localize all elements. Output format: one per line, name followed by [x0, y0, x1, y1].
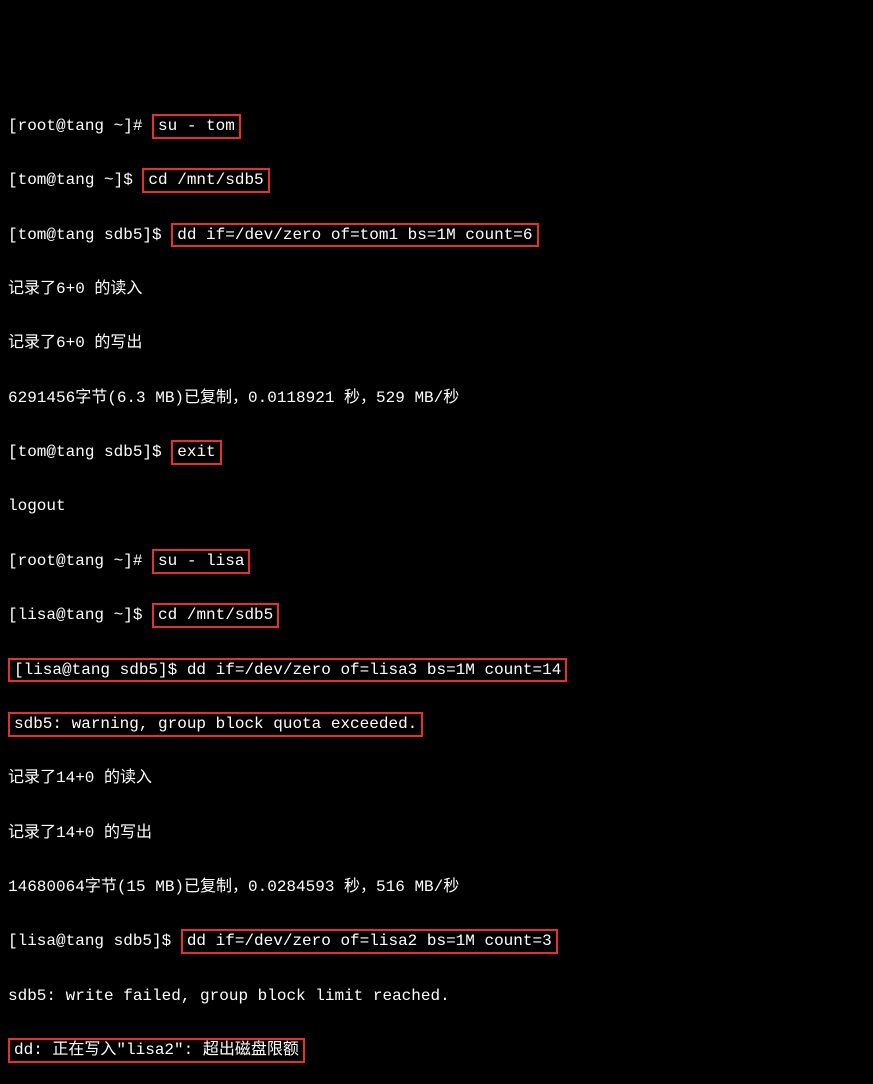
prompt-tom: [tom@tang sdb5]$ — [8, 443, 171, 461]
terminal-line: [tom@tang ~]$ cd /mnt/sdb5 — [8, 167, 865, 194]
prompt-root: [root@tang ~]# — [8, 552, 152, 570]
command-cd: cd /mnt/sdb5 — [152, 603, 279, 628]
terminal-line: sdb5: warning, group block quota exceede… — [8, 711, 865, 738]
output-line: 记录了14+0 的写出 — [8, 820, 865, 847]
command-dd-lisa3: dd if=/dev/zero of=lisa3 bs=1M count=14 — [187, 661, 561, 679]
terminal-line: [root@tang ~]# su - tom — [8, 113, 865, 140]
prompt-root: [root@tang ~]# — [8, 117, 152, 135]
command-cd: cd /mnt/sdb5 — [142, 168, 269, 193]
warning-quota-exceeded: sdb5: warning, group block quota exceede… — [8, 712, 423, 737]
prompt-lisa: [lisa@tang sdb5]$ — [14, 661, 187, 679]
terminal-line: [tom@tang sdb5]$ dd if=/dev/zero of=tom1… — [8, 222, 865, 249]
terminal-line: [lisa@tang sdb5]$ dd if=/dev/zero of=lis… — [8, 928, 865, 955]
output-line: 记录了14+0 的读入 — [8, 765, 865, 792]
terminal-line: [lisa@tang sdb5]$ dd if=/dev/zero of=lis… — [8, 657, 865, 684]
terminal-line: [lisa@tang ~]$ cd /mnt/sdb5 — [8, 602, 865, 629]
prompt-tom: [tom@tang ~]$ — [8, 171, 142, 189]
error-disk-quota: dd: 正在写入"lisa2": 超出磁盘限额 — [8, 1038, 305, 1063]
prompt-lisa: [lisa@tang sdb5]$ — [8, 932, 181, 950]
terminal-line: [tom@tang sdb5]$ exit — [8, 439, 865, 466]
terminal-line: dd: 正在写入"lisa2": 超出磁盘限额 — [8, 1037, 865, 1064]
prompt-tom: [tom@tang sdb5]$ — [8, 226, 171, 244]
output-line: logout — [8, 493, 865, 520]
output-line: 记录了6+0 的读入 — [8, 276, 865, 303]
command-exit: exit — [171, 440, 221, 465]
command-su-lisa: su - lisa — [152, 549, 250, 574]
prompt-lisa: [lisa@tang ~]$ — [8, 606, 152, 624]
output-line: sdb5: write failed, group block limit re… — [8, 983, 865, 1010]
command-dd-lisa3-highlight: [lisa@tang sdb5]$ dd if=/dev/zero of=lis… — [8, 658, 567, 683]
command-dd-tom1: dd if=/dev/zero of=tom1 bs=1M count=6 — [171, 223, 538, 248]
output-line: 6291456字节(6.3 MB)已复制，0.0118921 秒，529 MB/… — [8, 385, 865, 412]
output-line: 记录了6+0 的写出 — [8, 330, 865, 357]
output-line: 14680064字节(15 MB)已复制，0.0284593 秒，516 MB/… — [8, 874, 865, 901]
terminal-line: [root@tang ~]# su - lisa — [8, 548, 865, 575]
command-su-tom: su - tom — [152, 114, 241, 139]
command-dd-lisa2: dd if=/dev/zero of=lisa2 bs=1M count=3 — [181, 929, 558, 954]
